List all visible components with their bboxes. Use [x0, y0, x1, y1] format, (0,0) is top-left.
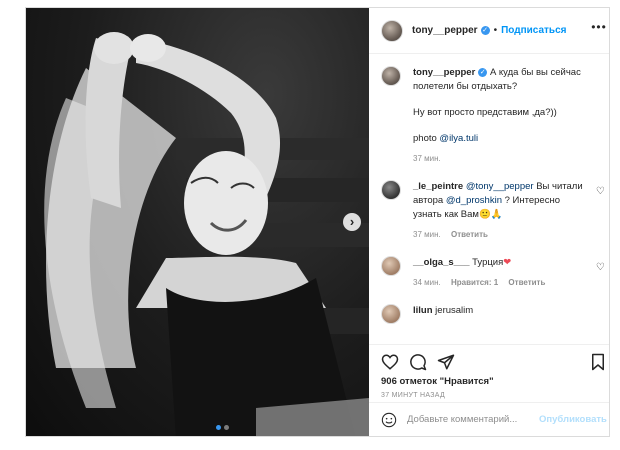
photo-illustration [44, 32, 369, 436]
comment-username[interactable]: lilun [413, 305, 433, 316]
verified-badge-icon: ✓ [480, 26, 490, 35]
author-username[interactable]: tony__pepper [412, 25, 478, 36]
caption: tony__pepper ✓ А куда бы вы сейчас полете… [381, 66, 605, 166]
like-comment-heart-icon[interactable]: ♡ [596, 262, 605, 273]
comment-meta: 37 мин. Ответить [413, 228, 591, 242]
caption-line2: Ну вот просто представим ,да?)) [413, 107, 557, 118]
author-avatar[interactable] [381, 19, 403, 42]
post-sidebar: tony__pepper ✓ • Подписаться ••• tony__p… [369, 8, 609, 436]
post-header: tony__pepper ✓ • Подписаться ••• [369, 8, 609, 54]
next-slide-button[interactable]: › [343, 213, 361, 231]
add-comment-bar: Опубликовать [369, 402, 609, 436]
comment-meta: 34 мин. Нравится: 1 Ответить [413, 276, 591, 290]
like-heart-icon[interactable] [381, 353, 399, 371]
carousel-dot [224, 425, 229, 430]
publish-button[interactable]: Опубликовать [539, 414, 607, 425]
caption-meta: 37 мин. [413, 152, 591, 166]
bookmark-icon[interactable] [589, 353, 607, 371]
likes-count[interactable]: 906 отметок "Нравится" [381, 376, 607, 387]
more-options-icon[interactable]: ••• [591, 20, 607, 34]
comment-item: __olga_s___ Турция❤ 34 мин. Нравится: 1 … [381, 256, 605, 290]
caption-time[interactable]: 37 мин. [413, 154, 441, 163]
action-bar: 906 отметок "Нравится" 37 МИНУТ НАЗАД [369, 344, 609, 402]
verified-badge-icon: ✓ [478, 67, 488, 77]
emoji-smiley-icon[interactable] [381, 412, 397, 428]
comment-username[interactable]: __olga_s___ [413, 257, 470, 268]
carousel-dot-active [216, 425, 221, 430]
reply-button[interactable]: Ответить [508, 278, 545, 287]
caption-mention[interactable]: @ilya.tuli [439, 133, 478, 144]
header-separator: • [493, 25, 498, 36]
comment-avatar[interactable] [381, 304, 401, 324]
comment-avatar[interactable] [381, 256, 401, 276]
comment-item: lilun jerusalim [381, 304, 605, 324]
like-comment-heart-icon[interactable]: ♡ [596, 186, 605, 197]
comment-mention[interactable]: @tony__pepper [466, 181, 534, 192]
comments-list[interactable]: tony__pepper ✓ А куда бы вы сейчас полете… [369, 54, 609, 344]
comment-avatar[interactable] [381, 180, 401, 200]
post-photo[interactable]: › [26, 8, 369, 436]
comment-text: Турция [469, 257, 504, 268]
instagram-post: › tony__pepper ✓ • Подписаться ••• tony_… [25, 7, 610, 437]
comment-mention[interactable]: @d_proshkin [446, 195, 502, 206]
comment-likes[interactable]: Нравится: 1 [451, 278, 498, 287]
share-paper-plane-icon[interactable] [437, 353, 455, 371]
carousel-dots [216, 425, 229, 430]
caption-username[interactable]: tony__pepper [413, 67, 475, 78]
comment-time[interactable]: 34 мин. [413, 278, 441, 287]
comment-bubble-icon[interactable] [409, 353, 427, 371]
reply-button[interactable]: Ответить [451, 230, 488, 239]
red-heart-emoji: ❤ [503, 257, 512, 268]
post-timestamp[interactable]: 37 МИНУТ НАЗАД [381, 392, 607, 399]
follow-button[interactable]: Подписаться [501, 25, 566, 36]
caption-line3: photo @ilya.tuli [413, 132, 591, 146]
comment-time[interactable]: 37 мин. [413, 230, 441, 239]
comment-input[interactable] [407, 414, 539, 425]
comment-item: _le_peintre @tony__pepper Вы читали авто… [381, 180, 605, 242]
caption-photo-prefix: photo [413, 133, 440, 144]
comment-text: jerusalim [432, 305, 474, 316]
caption-avatar[interactable] [381, 66, 401, 86]
comment-username[interactable]: _le_peintre [413, 181, 463, 192]
